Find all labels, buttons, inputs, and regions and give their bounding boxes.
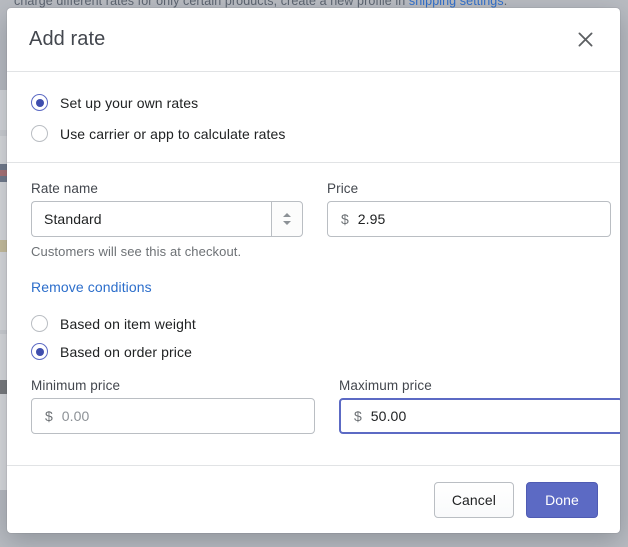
- add-rate-dialog: Add rate Set up your own rates Use carri…: [7, 8, 620, 533]
- dialog-header: Add rate: [7, 8, 620, 72]
- stepper-down-arrow-icon[interactable]: [283, 221, 291, 225]
- dialog-title: Add rate: [29, 28, 106, 50]
- close-icon[interactable]: [568, 23, 602, 57]
- minimum-price-label: Minimum price: [31, 378, 121, 393]
- stepper-up-arrow-icon[interactable]: [283, 213, 291, 217]
- radio-indicator-own-rates[interactable]: [31, 94, 48, 111]
- price-input[interactable]: $ 2.95: [327, 201, 611, 237]
- minimum-price-field-group: Minimum price $ 0.00: [31, 378, 315, 434]
- done-button[interactable]: Done: [526, 481, 598, 518]
- radio-option-order-price[interactable]: Based on order price: [31, 343, 598, 360]
- cancel-button[interactable]: Cancel: [433, 481, 514, 518]
- remove-conditions-link[interactable]: Remove conditions: [31, 279, 152, 295]
- radio-label-order-price: Based on order price: [60, 343, 192, 360]
- rate-name-label: Rate name: [31, 181, 98, 196]
- maximum-price-input[interactable]: $ 50.00: [339, 398, 620, 434]
- radio-indicator-carrier-rates[interactable]: [31, 125, 48, 142]
- minimum-price-input[interactable]: $ 0.00: [31, 398, 315, 434]
- minimum-price-placeholder: 0.00: [61, 408, 90, 424]
- background-shipping-settings-link[interactable]: shipping settings: [409, 0, 504, 8]
- condition-type-group: Based on item weight Based on order pric…: [31, 315, 598, 360]
- minimum-price-currency-symbol: $: [45, 408, 53, 424]
- up-down-stepper-icon[interactable]: [271, 201, 303, 237]
- radio-option-item-weight[interactable]: Based on item weight: [31, 315, 598, 332]
- radio-option-carrier-rates[interactable]: Use carrier or app to calculate rates: [31, 125, 598, 142]
- price-value: 2.95: [357, 211, 386, 227]
- price-field-group: Price $ 2.95: [327, 181, 611, 259]
- price-label: Price: [327, 181, 359, 196]
- dialog-footer: Cancel Done: [7, 465, 620, 533]
- rate-name-helper-text: Customers will see this at checkout.: [31, 244, 242, 259]
- radio-label-item-weight: Based on item weight: [60, 315, 196, 332]
- background-page-text: charge different rates for only certain …: [14, 0, 614, 8]
- radio-label-own-rates: Set up your own rates: [60, 94, 199, 111]
- rate-name-field-group: Rate name Standard Customers will see th…: [31, 181, 303, 259]
- background-page-bleed: [0, 90, 7, 490]
- radio-indicator-order-price[interactable]: [31, 343, 48, 360]
- price-currency-symbol: $: [341, 211, 349, 227]
- rate-name-input-box[interactable]: Standard: [31, 201, 271, 237]
- maximum-price-value: 50.00: [370, 408, 407, 424]
- radio-indicator-item-weight[interactable]: [31, 315, 48, 332]
- radio-option-own-rates[interactable]: Set up your own rates: [31, 94, 598, 111]
- price-range-row: Minimum price $ 0.00 Maximum price $ 50.…: [31, 378, 620, 434]
- rate-method-section: Set up your own rates Use carrier or app…: [7, 72, 620, 163]
- rate-details-section: Rate name Standard Customers will see th…: [7, 163, 620, 465]
- rate-name-select[interactable]: Standard: [31, 201, 303, 237]
- maximum-price-currency-symbol: $: [354, 408, 362, 424]
- maximum-price-label: Maximum price: [339, 378, 432, 393]
- radio-label-carrier-rates: Use carrier or app to calculate rates: [60, 125, 286, 142]
- background-text-after: .: [503, 0, 508, 8]
- maximum-price-field-group: Maximum price $ 50.00: [339, 378, 620, 434]
- rate-name-value: Standard: [44, 211, 102, 227]
- rate-name-price-row: Rate name Standard Customers will see th…: [31, 181, 611, 259]
- background-text-before: charge different rates for only certain …: [14, 0, 409, 8]
